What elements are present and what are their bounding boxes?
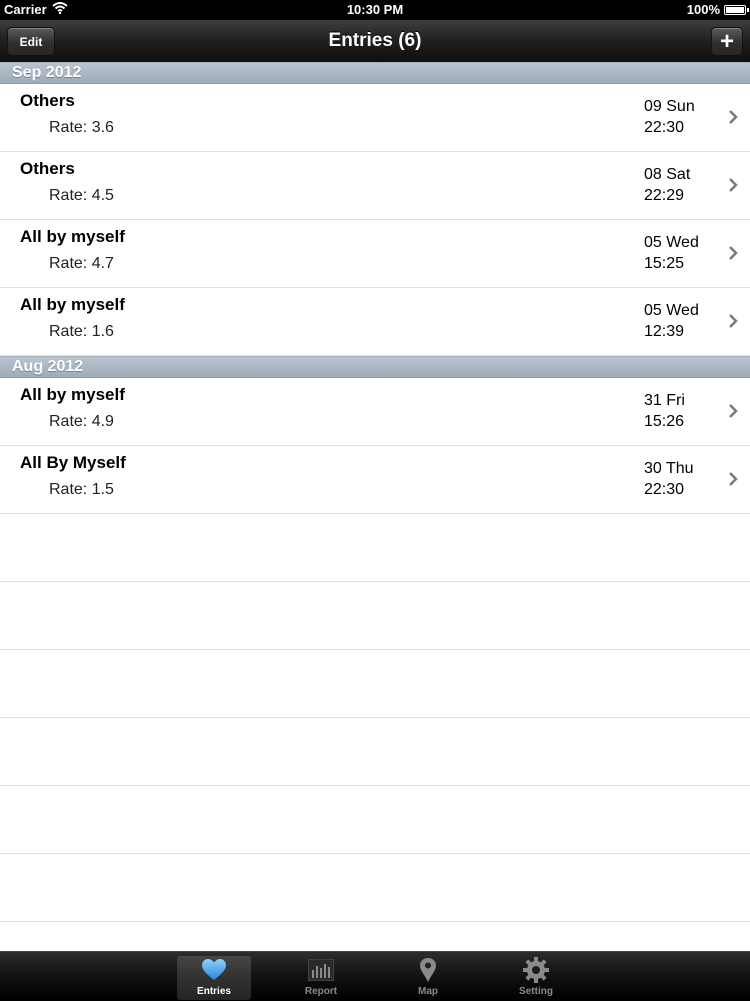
entry-rate: Rate: 1.5 — [49, 481, 114, 498]
gear-icon — [521, 956, 551, 984]
tab-label: Entries — [197, 986, 231, 997]
entry-time: 22:29 — [644, 187, 685, 204]
chevron-right-icon — [729, 404, 738, 418]
entry-date: 31 Fri — [644, 392, 685, 409]
empty-row — [0, 650, 750, 718]
entry-row[interactable]: All By Myself Rate: 1.5 30 Thu 22:30 — [0, 446, 750, 514]
empty-row — [0, 854, 750, 922]
entry-rate: Rate: 1.6 — [49, 323, 114, 340]
tab-report[interactable]: Report — [284, 956, 358, 1000]
heart-icon — [199, 956, 229, 984]
section-header-sep-2012: Sep 2012 — [0, 62, 750, 84]
entry-title: All by myself — [20, 385, 125, 404]
chevron-right-icon — [729, 314, 738, 328]
entry-title: All by myself — [20, 227, 125, 246]
tab-setting[interactable]: Setting — [499, 956, 573, 1000]
tab-label: Map — [418, 986, 438, 997]
tab-entries[interactable]: Entries — [177, 956, 251, 1000]
entry-date: 05 Wed — [644, 234, 699, 251]
entry-time: 15:26 — [644, 413, 685, 430]
chevron-right-icon — [729, 472, 738, 486]
entry-row[interactable]: Others Rate: 3.6 09 Sun 22:30 — [0, 84, 750, 152]
entry-date: 08 Sat — [644, 166, 691, 183]
page-title: Entries (6) — [328, 30, 422, 51]
status-bar: Carrier 10:30 PM 100% — [0, 0, 750, 20]
empty-row — [0, 582, 750, 650]
tab-label: Report — [304, 986, 338, 997]
chevron-right-icon — [729, 110, 738, 124]
battery-label: 100% — [686, 2, 720, 17]
entry-row[interactable]: All by myself Rate: 4.7 05 Wed 15:25 — [0, 220, 750, 288]
entry-time: 22:30 — [644, 119, 685, 136]
entry-title: All by myself — [20, 295, 125, 314]
empty-row — [0, 718, 750, 786]
tab-map[interactable]: Map — [391, 956, 465, 1000]
entry-title: Others — [20, 159, 75, 178]
entry-title: Others — [20, 91, 75, 110]
entry-rate: Rate: 4.7 — [49, 255, 114, 272]
entry-date: 05 Wed — [644, 302, 699, 319]
empty-row — [0, 786, 750, 854]
empty-row — [0, 514, 750, 582]
status-time: 10:30 PM — [346, 2, 404, 17]
entry-title: All By Myself — [20, 453, 126, 472]
navigation-bar: Edit Entries (6) + — [0, 20, 750, 63]
entry-time: 12:39 — [644, 323, 685, 340]
entry-row[interactable]: Others Rate: 4.5 08 Sat 22:29 — [0, 152, 750, 220]
entry-date: 09 Sun — [644, 98, 695, 115]
section-header-aug-2012: Aug 2012 — [0, 356, 750, 378]
entry-time: 15:25 — [644, 255, 685, 272]
tab-bar: Entries Report Map Setting — [0, 951, 750, 1001]
tab-label: Setting — [519, 986, 553, 997]
battery-group: 100% — [686, 2, 749, 17]
entry-row[interactable]: All by myself Rate: 1.6 05 Wed 12:39 — [0, 288, 750, 356]
entry-rate: Rate: 4.9 — [49, 413, 114, 430]
add-entry-button[interactable]: + — [711, 27, 743, 56]
entry-row[interactable]: All by myself Rate: 4.9 31 Fri 15:26 — [0, 378, 750, 446]
map-pin-icon — [413, 956, 443, 984]
entry-rate: Rate: 4.5 — [49, 187, 114, 204]
entry-date: 30 Thu — [644, 460, 694, 477]
chevron-right-icon — [729, 246, 738, 260]
entry-rate: Rate: 3.6 — [49, 119, 114, 136]
bar-chart-icon — [306, 956, 336, 984]
entry-time: 22:30 — [644, 481, 685, 498]
battery-icon — [724, 4, 749, 15]
chevron-right-icon — [729, 178, 738, 192]
